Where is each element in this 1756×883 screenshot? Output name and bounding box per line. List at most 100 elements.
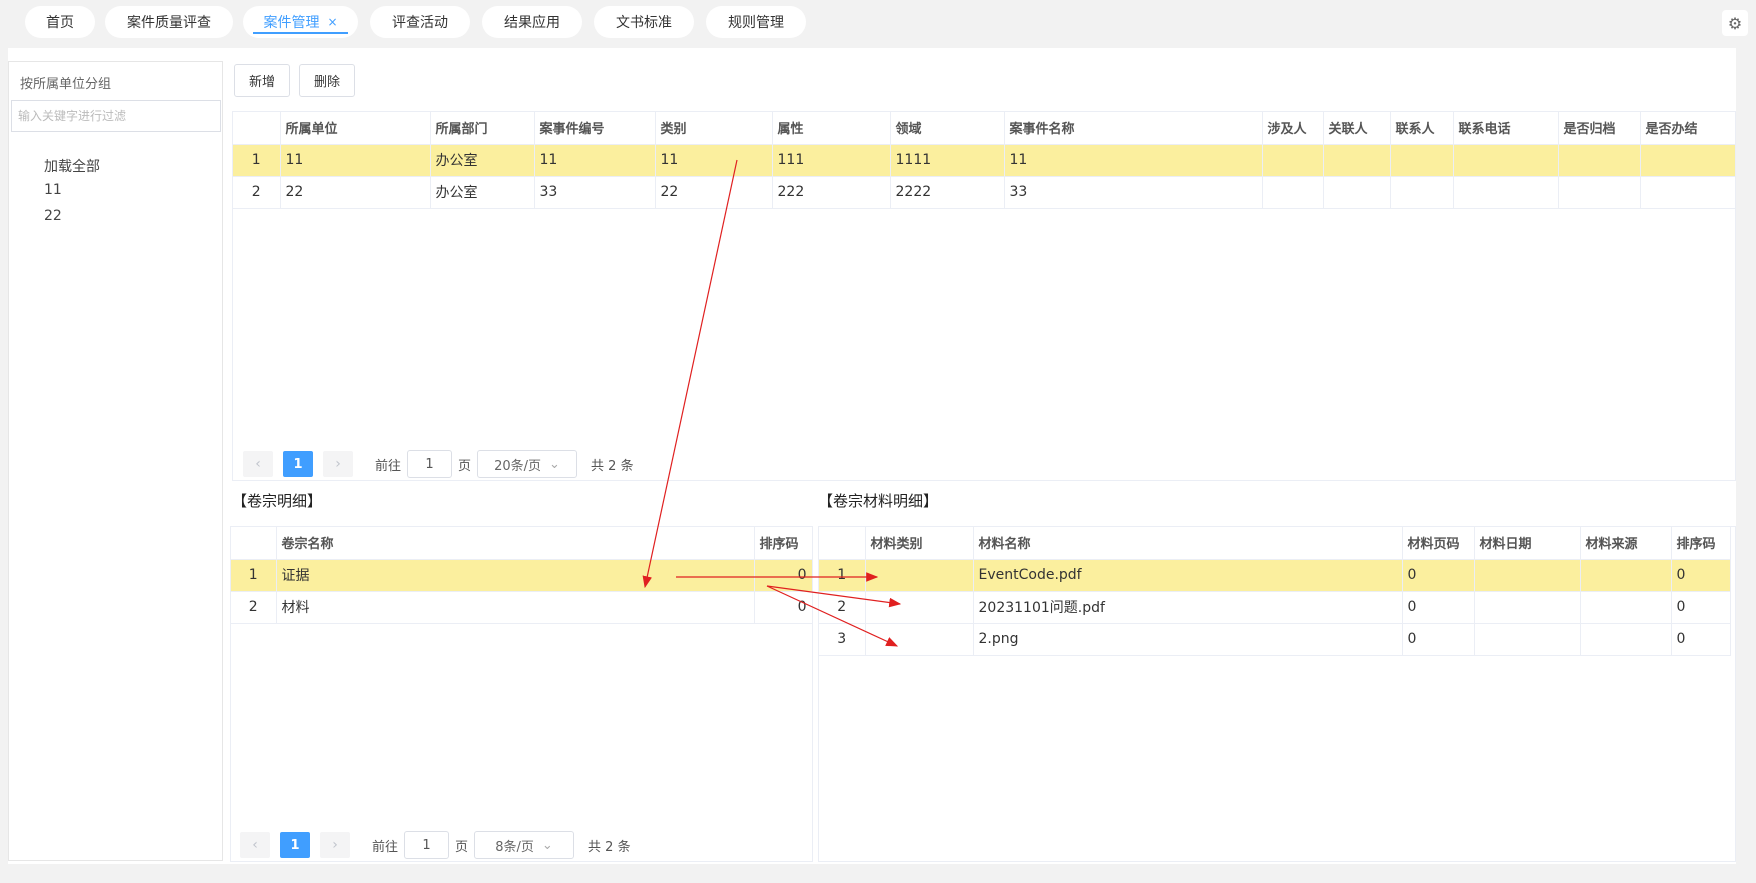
tab-rule-management[interactable]: 规则管理 xyxy=(706,6,806,38)
table-cell: 222 xyxy=(772,176,891,209)
table-cell xyxy=(1262,176,1324,209)
table-cell: 材料 xyxy=(276,591,755,624)
table-cell: 0 xyxy=(1402,559,1475,592)
tab-document-standard[interactable]: 文书标准 xyxy=(594,6,694,38)
table-cell xyxy=(1474,623,1581,656)
column-header[interactable] xyxy=(231,527,277,560)
table-cell: 证据 xyxy=(276,559,755,592)
table-row[interactable]: 1 EventCode.pdf 0 0 xyxy=(819,559,1731,592)
column-header[interactable] xyxy=(819,527,866,560)
case-table-panel: 所属单位 所属部门 案事件编号 类别 属性 领域 案事件名称 涉及人 关联人 联系人 联系电话 是否归… xyxy=(232,111,1736,481)
table-cell xyxy=(1474,559,1581,592)
column-header[interactable]: 材料名称 xyxy=(973,527,1403,560)
table-cell: 0 xyxy=(1671,559,1731,592)
table-cell: 办公室 xyxy=(430,176,535,209)
goto-page-input[interactable]: 1 xyxy=(404,831,450,859)
table-cell: 0 xyxy=(1402,623,1475,656)
table-cell xyxy=(1558,176,1641,209)
table-cell: 22 xyxy=(280,176,431,209)
column-header[interactable]: 卷宗名称 xyxy=(276,527,755,560)
column-header[interactable]: 领域 xyxy=(890,112,1005,145)
gear-icon[interactable]: ⚙ xyxy=(1722,10,1748,36)
case-pagination: ‹ 1 › 前往 1 页 20条/页 ⌄ 共 2 条 xyxy=(243,450,634,478)
table-cell xyxy=(1558,144,1641,177)
column-header[interactable]: 是否办结 xyxy=(1640,112,1736,145)
filter-input[interactable]: 输入关键字进行过滤 xyxy=(11,100,221,132)
column-header[interactable]: 材料页码 xyxy=(1402,527,1475,560)
table-cell: 0 xyxy=(1671,623,1731,656)
page-number-button[interactable]: 1 xyxy=(283,451,313,477)
table-cell xyxy=(1640,144,1736,177)
table-cell: 0 xyxy=(1402,591,1475,624)
column-header[interactable]: 排序码 xyxy=(754,527,813,560)
table-cell: EventCode.pdf xyxy=(973,559,1403,592)
table-row[interactable]: 2 22 办公室 33 22 222 2222 33 xyxy=(233,176,1736,209)
volume-table-panel: 卷宗名称 排序码 1 证据 0 2 材料 0 xyxy=(230,526,813,862)
tab-label: 案件质量评查 xyxy=(127,15,211,31)
column-header[interactable]: 联系电话 xyxy=(1453,112,1559,145)
page-unit-label: 页 xyxy=(458,458,472,474)
table-cell: 111 xyxy=(772,144,891,177)
column-header[interactable]: 案事件编号 xyxy=(534,112,656,145)
column-header[interactable]: 涉及人 xyxy=(1262,112,1324,145)
table-cell xyxy=(865,623,974,656)
material-table-panel: 材料类别 材料名称 材料页码 材料日期 材料来源 排序码 1 EventCode.pdf 0 0… xyxy=(818,526,1736,862)
tree-item-11[interactable]: 11 xyxy=(44,182,62,198)
tab-label: 首页 xyxy=(46,15,74,31)
tab-label: 规则管理 xyxy=(728,15,784,31)
page-size-select[interactable]: 8条/页 ⌄ xyxy=(474,831,575,859)
table-cell: 2222 xyxy=(890,176,1005,209)
table-cell: 0 xyxy=(754,559,813,592)
material-table: 材料类别 材料名称 材料页码 材料日期 材料来源 排序码 1 EventCode.pdf 0 0… xyxy=(819,527,1731,656)
close-icon[interactable]: × xyxy=(327,15,337,29)
prev-page-icon[interactable]: ‹ xyxy=(243,451,273,477)
column-header[interactable] xyxy=(233,112,281,145)
column-header[interactable]: 是否归档 xyxy=(1558,112,1641,145)
column-header[interactable]: 材料类别 xyxy=(865,527,974,560)
tab-result-application[interactable]: 结果应用 xyxy=(482,6,582,38)
column-header[interactable]: 案事件名称 xyxy=(1004,112,1263,145)
active-tab-underline xyxy=(253,32,348,34)
column-header[interactable]: 材料来源 xyxy=(1580,527,1672,560)
table-row[interactable]: 1 11 办公室 11 11 111 1111 11 xyxy=(233,144,1736,177)
table-cell xyxy=(1390,144,1454,177)
column-header[interactable]: 排序码 xyxy=(1671,527,1731,560)
column-header[interactable]: 类别 xyxy=(655,112,773,145)
prev-page-icon[interactable]: ‹ xyxy=(240,832,270,858)
table-row[interactable]: 1 证据 0 xyxy=(231,559,813,592)
page-size-select[interactable]: 20条/页 ⌄ xyxy=(477,450,578,478)
volume-table: 卷宗名称 排序码 1 证据 0 2 材料 0 xyxy=(231,527,813,624)
tab-review-activity[interactable]: 评查活动 xyxy=(370,6,470,38)
column-header[interactable]: 所属部门 xyxy=(430,112,535,145)
tree-item-load-all[interactable]: 加载全部 xyxy=(44,156,100,176)
row-index: 2 xyxy=(819,591,866,624)
tab-home[interactable]: 首页 xyxy=(25,6,95,38)
table-row[interactable]: 2 20231101问题.pdf 0 0 xyxy=(819,591,1731,624)
column-header[interactable]: 联系人 xyxy=(1390,112,1454,145)
column-header[interactable]: 所属单位 xyxy=(280,112,431,145)
next-page-icon[interactable]: › xyxy=(320,832,350,858)
page-size-value: 20条/页 xyxy=(494,458,542,474)
sidebar-title: 按所属单位分组 xyxy=(20,77,112,92)
column-header[interactable]: 材料日期 xyxy=(1474,527,1581,560)
tab-case-management[interactable]: 案件管理 × xyxy=(243,6,358,38)
case-table: 所属单位 所属部门 案事件编号 类别 属性 领域 案事件名称 涉及人 关联人 联系人 联系电话 是否归… xyxy=(233,112,1736,209)
table-row[interactable]: 2 材料 0 xyxy=(231,591,813,624)
add-button[interactable]: 新增 xyxy=(234,64,290,97)
table-row[interactable]: 3 2.png 0 0 xyxy=(819,623,1731,656)
table-cell: 20231101问题.pdf xyxy=(973,591,1403,624)
row-index: 1 xyxy=(231,559,277,592)
delete-button[interactable]: 删除 xyxy=(299,64,355,97)
table-cell xyxy=(1453,144,1559,177)
tab-case-quality-review[interactable]: 案件质量评查 xyxy=(105,6,233,38)
table-cell: 33 xyxy=(1004,176,1263,209)
tree-item-22[interactable]: 22 xyxy=(44,208,62,224)
tab-bar: 首页 案件质量评查 案件管理 × 评查活动 结果应用 文书标准 规则管理 ⚙ xyxy=(0,0,1756,44)
page-number-button[interactable]: 1 xyxy=(280,832,310,858)
material-section-title: 【卷宗材料明细】 xyxy=(818,492,939,510)
goto-page-input[interactable]: 1 xyxy=(407,450,453,478)
next-page-icon[interactable]: › xyxy=(323,451,353,477)
column-header[interactable]: 属性 xyxy=(772,112,891,145)
table-cell xyxy=(865,559,974,592)
column-header[interactable]: 关联人 xyxy=(1323,112,1391,145)
